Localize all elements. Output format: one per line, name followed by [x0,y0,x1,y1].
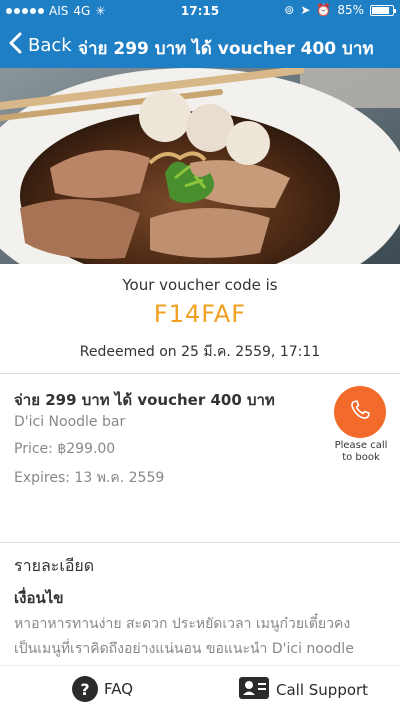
phone-icon [348,398,372,426]
bottom-bar: ? FAQ Call Support [0,665,400,711]
description-line: หาอาหารทานง่าย สะดวก ประหยัดเวลา เมนูก๋ว… [14,616,351,632]
back-button[interactable]: Back [8,32,72,58]
redeemed-info: Redeemed on 25 มี.ค. 2559, 17:11 [79,344,321,360]
location-icon: ➤ [300,3,311,17]
deal-price: Price: ฿299.00 [14,441,116,457]
description-line: เป็นเมนูที่เราคิดถึงอย่างแน่นอน ขอแนะนำ … [14,641,354,657]
nav-bar: Back จ่าย 299 บาท ได้ voucher 400 บาท [0,22,400,68]
battery-percent: 85% [337,3,364,17]
divider [0,373,400,374]
deal-expiry: Expires: 13 พ.ค. 2559 [14,470,165,486]
call-button[interactable] [334,386,386,438]
faq-button[interactable]: ? FAQ [72,676,133,702]
call-support-button[interactable]: Call Support [238,676,368,704]
divider [0,542,400,543]
deal-title: จ่าย 299 บาท ได้ voucher 400 บาท [14,391,275,409]
status-right: ⊚ ➤ ⏰ 85% [284,3,396,17]
back-label: Back [28,34,72,56]
contact-card-icon [238,676,270,704]
call-button-label: Please call to book [334,440,388,463]
alarm-icon: ⏰ [316,3,332,17]
status-bar: AIS 4G ✳ 17:15 ⊚ ➤ ⏰ 85% [0,0,400,22]
details-description: หาอาหารทานง่าย สะดวก ประหยัดเวลา เมนูก๋ว… [14,612,390,662]
details-heading: รายละเอียด [14,556,95,575]
call-support-label: Call Support [276,681,369,699]
battery-fill [372,6,389,14]
deal-photo [0,68,400,264]
question-icon: ? [72,676,98,702]
conditions-heading: เงื่อนไข [14,589,64,607]
battery-icon [370,4,396,16]
voucher-code-label: Your voucher code is [122,276,278,294]
rotation-lock-icon: ⊚ [284,3,295,17]
page-title: จ่าย 299 บาท ได้ voucher 400 บาท [78,39,374,59]
voucher-code: F14FAF [153,300,247,328]
merchant-name: D'ici Noodle bar [14,414,126,430]
faq-label: FAQ [104,680,134,698]
chevron-left-icon [8,32,22,58]
